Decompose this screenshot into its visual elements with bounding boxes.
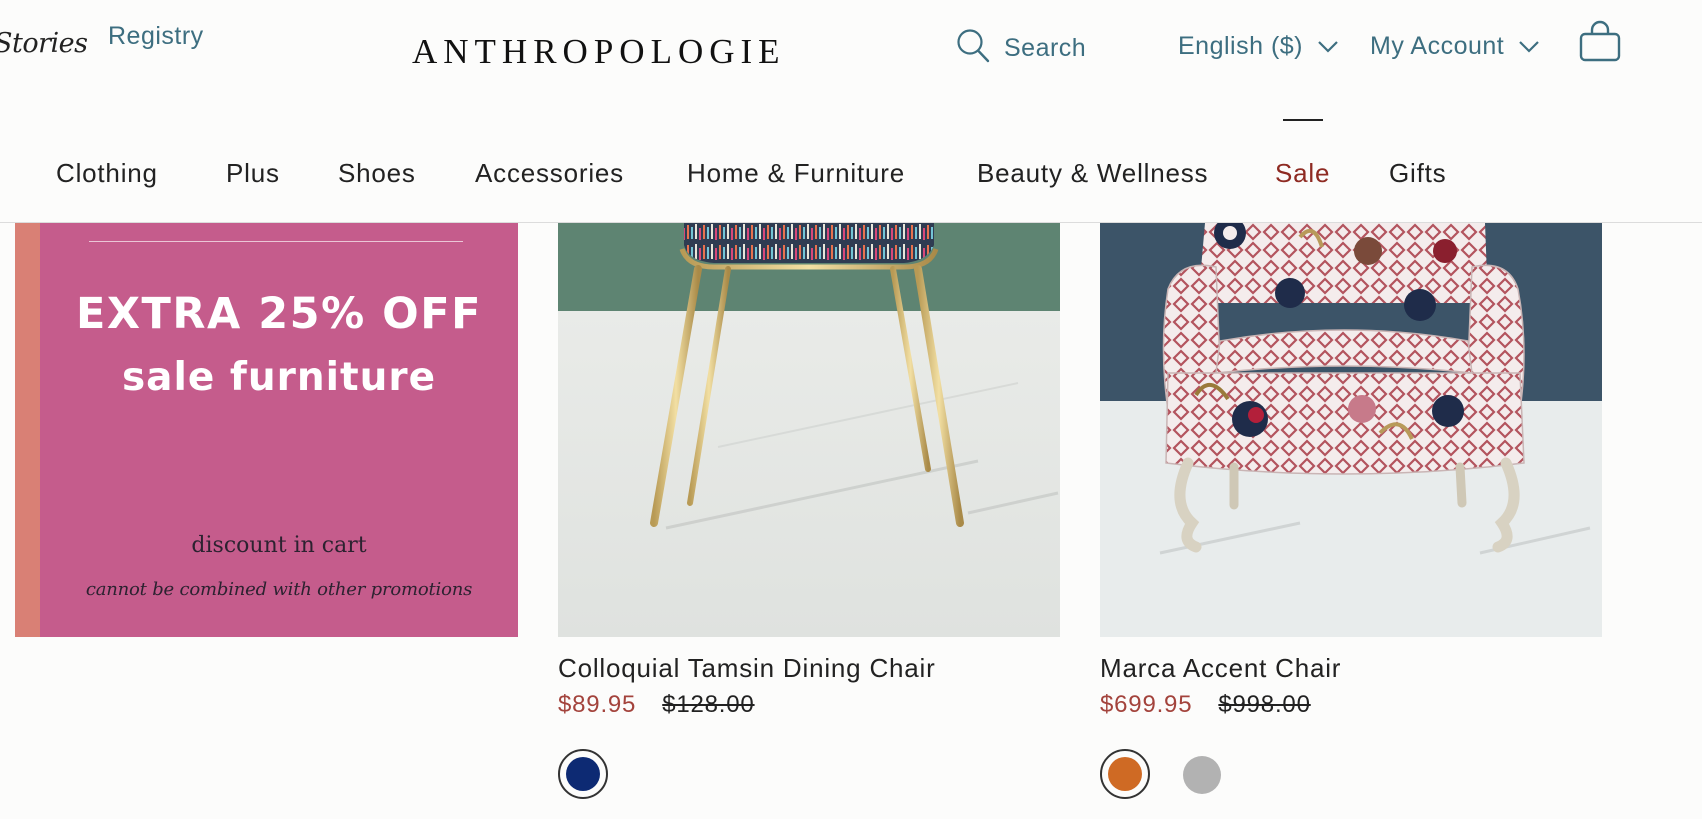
shopping-bag-button[interactable] — [1578, 20, 1622, 69]
top-bar: Stories Registry ANTHROPOLOGIE Search En… — [0, 0, 1702, 100]
price-row: $699.95 $998.00 — [1100, 691, 1311, 719]
language-selector[interactable]: English ($) — [1178, 32, 1339, 61]
swatch-color — [566, 757, 600, 791]
swatch-color — [1183, 756, 1221, 794]
original-price: $998.00 — [1218, 691, 1311, 718]
swatch-color — [1108, 757, 1142, 791]
price-row: $89.95 $128.00 — [558, 691, 755, 719]
nav-item-sale[interactable]: Sale — [1275, 158, 1330, 189]
nav-item-home-furniture[interactable]: Home & Furniture — [687, 158, 905, 189]
color-swatch-navy[interactable] — [558, 749, 608, 799]
promo-note: discount in cart — [191, 533, 367, 558]
main-nav: Clothing Plus Shoes Accessories Home & F… — [0, 100, 1702, 223]
product-name[interactable]: Marca Accent Chair — [1100, 653, 1341, 684]
account-menu[interactable]: My Account — [1370, 32, 1540, 61]
promo-headline: EXTRA 25% OFF — [76, 289, 482, 339]
color-swatch-gray[interactable] — [1176, 749, 1226, 799]
promo-fineprint: cannot be combined with other promotions — [85, 579, 473, 600]
search-icon — [956, 28, 990, 69]
search-button[interactable]: Search — [956, 28, 1087, 69]
nav-item-beauty-wellness[interactable]: Beauty & Wellness — [977, 158, 1208, 189]
promo-subline: sale furniture — [121, 355, 437, 400]
nav-item-plus[interactable]: Plus — [226, 158, 280, 189]
registry-link[interactable]: Registry — [108, 22, 204, 51]
stories-link[interactable]: Stories — [0, 28, 88, 59]
product-name[interactable]: Colloquial Tamsin Dining Chair — [558, 653, 936, 684]
chevron-down-icon — [1317, 40, 1339, 59]
original-price: $128.00 — [662, 691, 755, 718]
active-nav-indicator — [1283, 119, 1323, 121]
brand-logo[interactable]: ANTHROPOLOGIE — [412, 32, 786, 72]
chevron-down-icon — [1518, 40, 1540, 59]
sale-price: $699.95 — [1100, 691, 1193, 718]
nav-item-accessories[interactable]: Accessories — [475, 158, 624, 189]
search-label: Search — [1004, 33, 1087, 62]
promo-accent-strip — [15, 223, 40, 637]
nav-item-gifts[interactable]: Gifts — [1389, 158, 1446, 189]
shopping-bag-icon — [1578, 20, 1622, 68]
color-swatch-orange[interactable] — [1100, 749, 1150, 799]
product-image-accent-chair[interactable] — [1100, 223, 1602, 637]
product-image-dining-chair[interactable] — [558, 223, 1060, 637]
promo-divider — [89, 241, 463, 242]
sale-price: $89.95 — [558, 691, 637, 718]
language-label: English ($) — [1178, 32, 1303, 60]
nav-item-shoes[interactable]: Shoes — [338, 158, 416, 189]
promo-banner[interactable]: EXTRA 25% OFF sale furniture discount in… — [15, 223, 518, 637]
nav-item-clothing[interactable]: Clothing — [56, 158, 158, 189]
account-label: My Account — [1370, 32, 1505, 60]
